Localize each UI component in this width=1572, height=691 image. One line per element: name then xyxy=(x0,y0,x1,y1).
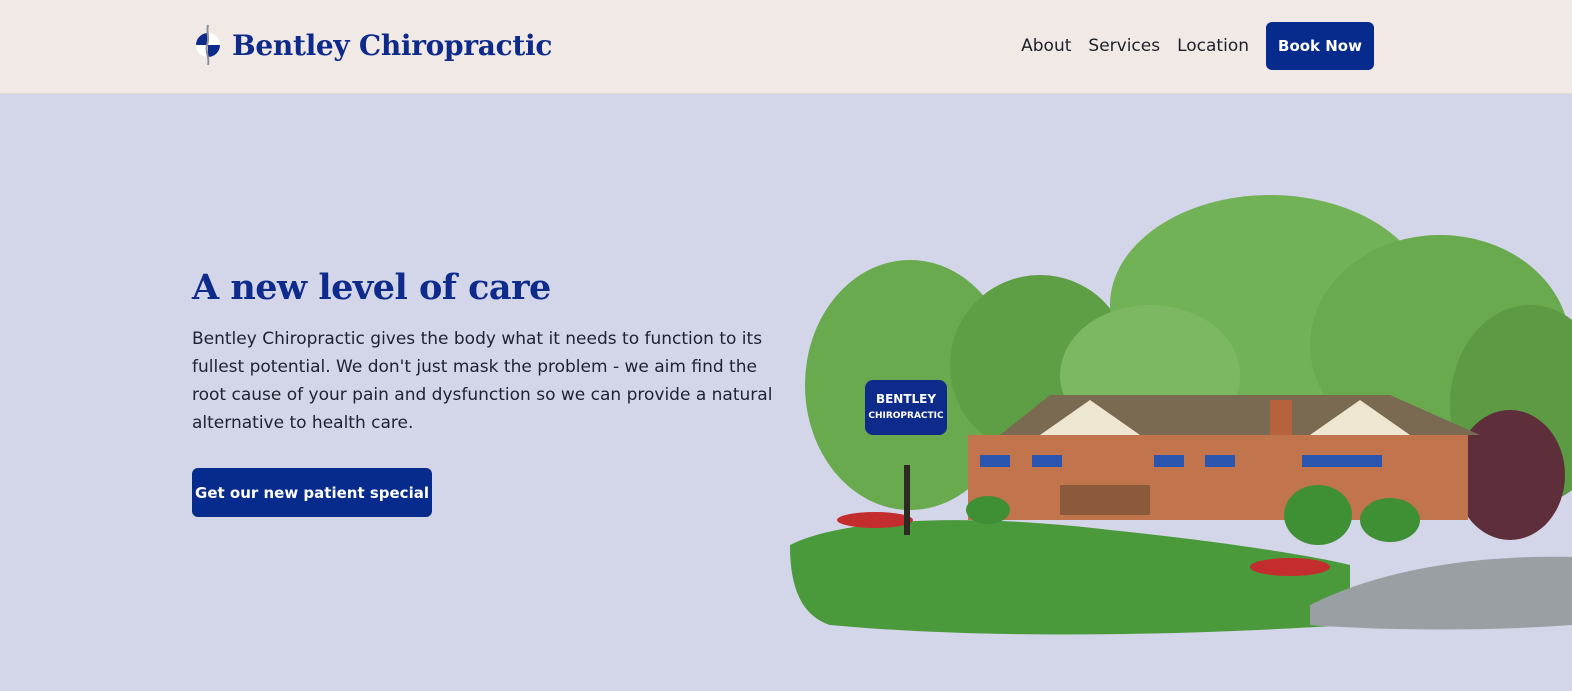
hero-section: A new level of care Bentley Chiropractic… xyxy=(0,95,1572,691)
sign-line-2: CHIROPRACTIC xyxy=(868,411,944,421)
main-nav: About Services Location Book Now xyxy=(1021,22,1374,70)
new-patient-special-button[interactable]: Get our new patient special xyxy=(192,468,432,517)
hero-title: A new level of care xyxy=(192,267,551,308)
book-now-button[interactable]: Book Now xyxy=(1266,22,1374,70)
nav-location-link[interactable]: Location xyxy=(1177,36,1249,56)
hero-description: Bentley Chiropractic gives the body what… xyxy=(192,329,773,433)
sign-line-1: BENTLEY xyxy=(876,392,936,406)
nav-services-link[interactable]: Services xyxy=(1088,36,1160,56)
office-building-illustration: BENTLEY CHIROPRACTIC xyxy=(790,195,1572,635)
spine-circle-logo-icon xyxy=(196,24,220,66)
site-header: Bentley Chiropractic About Services Loca… xyxy=(0,0,1572,94)
lawn-illustration xyxy=(790,520,1350,635)
brand-name: Bentley Chiropractic xyxy=(232,28,553,62)
nav-about-link[interactable]: About xyxy=(1021,36,1071,56)
brand-logo-link[interactable]: Bentley Chiropractic xyxy=(193,23,552,67)
